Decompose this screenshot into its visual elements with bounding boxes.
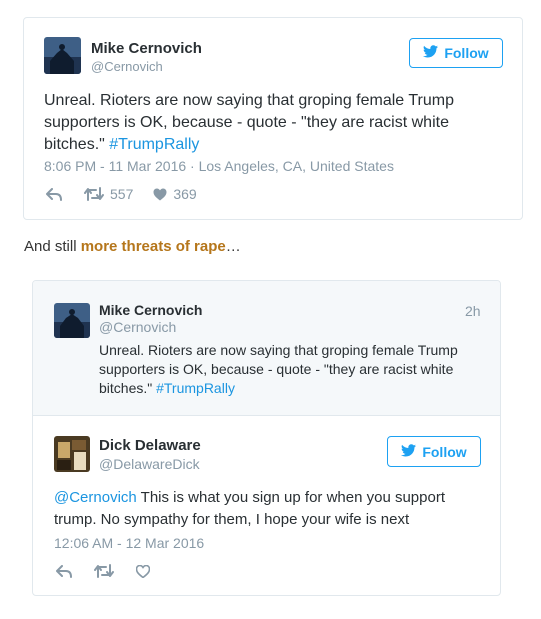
hashtag-link[interactable]: #TrumpRally (156, 380, 235, 396)
quoted-tweet-text: Unreal. Rioters are now saying that grop… (99, 341, 479, 398)
location-link[interactable]: Los Angeles, CA, United States (199, 158, 394, 174)
embedded-reply-card: Mike Cernovich @Cernovich 2h Unreal. Rio… (32, 280, 501, 596)
tweet-actions: 557 369 (46, 186, 197, 202)
threats-link[interactable]: more threats of rape (81, 238, 226, 255)
author-name[interactable]: Mike Cernovich (91, 40, 202, 57)
author-handle[interactable]: @Cernovich (99, 319, 176, 335)
retweet-icon (84, 187, 104, 201)
hashtag-link[interactable]: #TrumpRally (109, 136, 199, 153)
article-text: And still more threats of rape… (24, 238, 241, 255)
avatar[interactable] (54, 303, 90, 338)
author-name[interactable]: Mike Cernovich (99, 302, 202, 318)
prose-prefix: And still (24, 238, 81, 255)
retweet-icon (94, 564, 114, 578)
tweet-age[interactable]: 2h (465, 303, 481, 319)
author-handle[interactable]: @DelawareDick (99, 456, 200, 472)
reply-text: @Cernovich This is what you sign up for … (54, 487, 479, 531)
retweet-count: 557 (110, 186, 134, 202)
twitter-bird-icon (423, 45, 439, 61)
avatar[interactable] (44, 37, 81, 74)
follow-label: Follow (422, 443, 467, 460)
quoted-tweet[interactable]: Mike Cernovich @Cernovich 2h Unreal. Rio… (33, 281, 500, 416)
follow-label: Follow (444, 45, 489, 61)
twitter-bird-icon (401, 443, 417, 460)
tweet-actions (56, 564, 150, 578)
retweet-action[interactable]: 557 (84, 186, 133, 202)
heart-icon (153, 188, 167, 200)
tweet-text: Unreal. Rioters are now saying that grop… (44, 90, 464, 156)
mention-link[interactable]: @Cernovich (54, 489, 137, 506)
embedded-tweet-card: Mike Cernovich @Cernovich Follow Unreal.… (23, 17, 523, 220)
timestamp-link[interactable]: 12:06 AM - 12 Mar 2016 (54, 535, 204, 551)
meta-separator: · (190, 158, 195, 174)
follow-button[interactable]: Follow (409, 38, 503, 68)
tweet-body: Unreal. Rioters are now saying that grop… (99, 342, 458, 396)
follow-button[interactable]: Follow (387, 436, 481, 467)
tweet-meta: 8:06 PM - 11 Mar 2016 · Los Angeles, CA,… (44, 158, 394, 174)
reply-arrow-icon (46, 187, 62, 201)
reply-arrow-icon (56, 564, 72, 578)
reply-action[interactable] (46, 187, 62, 201)
like-action[interactable] (136, 564, 150, 578)
retweet-action[interactable] (94, 564, 114, 578)
like-count: 369 (173, 186, 197, 202)
heart-icon (136, 564, 150, 578)
author-handle[interactable]: @Cernovich (91, 59, 163, 74)
author-name[interactable]: Dick Delaware (99, 437, 201, 454)
like-action[interactable]: 369 (153, 186, 197, 202)
avatar[interactable] (54, 436, 90, 472)
reply-action[interactable] (56, 564, 72, 578)
prose-suffix: … (225, 238, 241, 255)
timestamp-link[interactable]: 8:06 PM - 11 Mar 2016 (44, 158, 186, 174)
tweet-body: Unreal. Rioters are now saying that grop… (44, 92, 454, 153)
